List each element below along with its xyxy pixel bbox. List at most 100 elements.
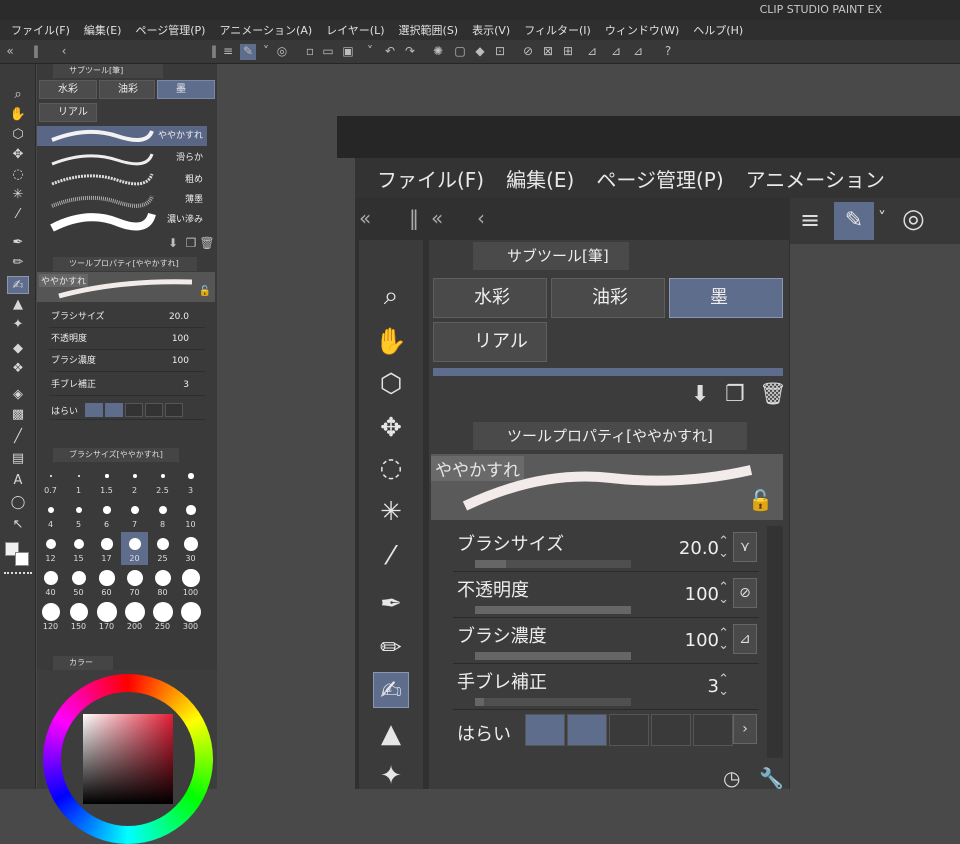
chevron-down-icon[interactable]: ˅ [362,44,378,60]
property-row[interactable]: はらい [49,400,205,420]
spiral-icon[interactable]: ◎ [902,204,925,234]
object-tool-icon[interactable]: ⬡ [373,366,409,402]
brush-size-cell[interactable]: 250 [149,600,176,633]
brush-size-cell[interactable]: 10 [177,498,204,531]
harai-toggle[interactable] [165,403,183,417]
brush-size-cell[interactable]: 2.5 [149,464,176,497]
property-row[interactable]: はらい › [453,710,759,756]
spinner-icon[interactable]: ⌃ ⌄ [718,581,729,606]
deselect-icon[interactable]: ⊘ [520,44,536,60]
brush-size-cell[interactable]: 25 [149,532,176,565]
decoration-tool-icon[interactable]: ✦ [7,316,29,334]
undo-icon[interactable]: ↶ [382,44,398,60]
toolprop-tab[interactable]: ツールプロパティ[ややかすれ] [473,422,747,450]
group-oil[interactable]: 油彩 [99,80,155,99]
group-real[interactable]: リアル [39,103,97,122]
open-file-icon[interactable]: ▭ [320,44,336,60]
chevron-left-icon[interactable]: ‹ [477,206,485,230]
hand-tool-icon[interactable]: ✋ [7,106,29,124]
collapse-left-icon[interactable]: « [359,206,371,230]
brush-size-cell[interactable]: 8 [149,498,176,531]
menu-page[interactable]: ページ管理(P) [135,22,205,38]
menu-selection[interactable]: 選択範囲(S) [399,22,459,38]
collapse-left-icon[interactable]: « [431,206,443,230]
eyedropper-icon[interactable]: ⁄ [373,538,409,574]
brush-size-cell[interactable]: 3 [177,464,204,497]
property-row[interactable]: 不透明度 100 [49,330,205,350]
menu-page[interactable]: ページ管理(P) [596,164,723,193]
brush-size-cell[interactable]: 7 [121,498,148,531]
brush-size-cell[interactable]: 15 [65,532,92,565]
magic-wand-icon[interactable]: ✳ [7,186,29,204]
brush-size-cell[interactable]: 0.7 [37,464,64,497]
property-row[interactable]: ブラシ濃度 100 ⌃ ⌄ ⊿ [453,618,759,664]
harai-toggle[interactable] [145,403,163,417]
help-icon[interactable]: ? [660,44,676,60]
toolprop-tab[interactable]: ツールプロパティ[ややかすれ] [53,257,197,271]
move-tool-icon[interactable]: ✥ [373,410,409,446]
value-bar[interactable] [475,560,631,568]
spinner-icon[interactable]: ⌃ ⌄ [718,627,729,652]
loading-icon[interactable]: ✺ [430,44,446,60]
saturation-square[interactable] [83,714,173,804]
blend-tool-icon[interactable]: ❖ [7,360,29,378]
pen-icon[interactable]: ✎ [240,44,256,60]
harai-toggle[interactable] [651,714,691,746]
snap-special-ruler-icon[interactable]: ⊿ [608,44,624,60]
brush-size-cell[interactable]: 12 [37,532,64,565]
brush-size-cell[interactable]: 100 [177,566,204,599]
lock-icon[interactable]: 🔓 [748,488,773,512]
brush-size-cell[interactable]: 50 [65,566,92,599]
correct-line-tool-icon[interactable]: ↖ [7,516,29,534]
trash-icon[interactable]: 🗑 [759,382,787,407]
harai-toggle[interactable] [125,403,143,417]
menu-icon[interactable]: ≡ [800,206,820,234]
property-value[interactable]: 20.0 [679,538,719,559]
brush-tool-icon[interactable]: ✍ [373,672,409,708]
harai-toggle[interactable] [609,714,649,746]
crop-icon[interactable]: ⊞ [560,44,576,60]
move-tool-icon[interactable]: ✥ [7,146,29,164]
hand-tool-icon[interactable]: ✋ [373,324,409,360]
redo-icon[interactable]: ↷ [402,44,418,60]
brush-size-cell[interactable]: 30 [177,532,204,565]
brush-size-cell[interactable]: 120 [37,600,64,633]
group-watercolor[interactable]: 水彩 [433,278,547,318]
brush-size-cell[interactable]: 20 [121,532,148,565]
chevron-left-icon[interactable]: ‹ [56,44,72,60]
value-bar[interactable] [475,606,631,614]
brushsize-tab[interactable]: ブラシサイズ[ややかすれ] [53,448,179,462]
eyedropper-icon[interactable]: ⁄ [7,206,29,224]
property-row[interactable]: ブラシサイズ 20.0 ⌃ ⌄ ⋎ [453,526,759,572]
clear-icon[interactable]: ▢ [452,44,468,60]
spiral-icon[interactable]: ◎ [274,44,290,60]
spinner-icon[interactable]: ⌃ ⌄ [718,673,729,698]
value-bar[interactable] [475,652,631,660]
text-tool-icon[interactable]: A [7,472,29,490]
save-icon[interactable]: ▣ [340,44,356,60]
pen-pressure-icon[interactable]: ⊿ [733,624,757,654]
group-oil[interactable]: 油彩 [551,278,665,318]
property-row[interactable]: ブラシ濃度 100 [49,352,205,372]
zoom-tool-icon[interactable]: ⌕ [373,278,409,314]
harai-toggle[interactable] [525,714,565,746]
chevron-right-icon[interactable]: › [733,714,757,744]
property-row[interactable]: 手ブレ補正 3 ⌃ ⌄ [453,664,759,710]
color-tab[interactable]: カラー [53,656,113,670]
group-ink[interactable]: 墨 [669,278,783,318]
brush-size-cell[interactable]: 17 [93,532,120,565]
frame-tool-icon[interactable]: ▤ [7,450,29,468]
property-value[interactable]: 100 [172,334,189,344]
pen-tool-icon[interactable]: ✒ [373,586,409,622]
eraser-tool-icon[interactable]: ◆ [7,340,29,358]
menu-icon[interactable]: ≡ [220,44,236,60]
brush-size-cell[interactable]: 5 [65,498,92,531]
pen-icon[interactable]: ✎ [834,202,874,240]
lasso-tool-icon[interactable]: ◌ [7,166,29,184]
menu-view[interactable]: 表示(V) [472,22,510,38]
brush-size-cell[interactable]: 150 [65,600,92,633]
menu-file[interactable]: ファイル(F) [377,164,484,193]
brush-size-cell[interactable]: 6 [93,498,120,531]
menu-help[interactable]: ヘルプ(H) [693,22,743,38]
property-value[interactable]: 20.0 [169,312,189,322]
